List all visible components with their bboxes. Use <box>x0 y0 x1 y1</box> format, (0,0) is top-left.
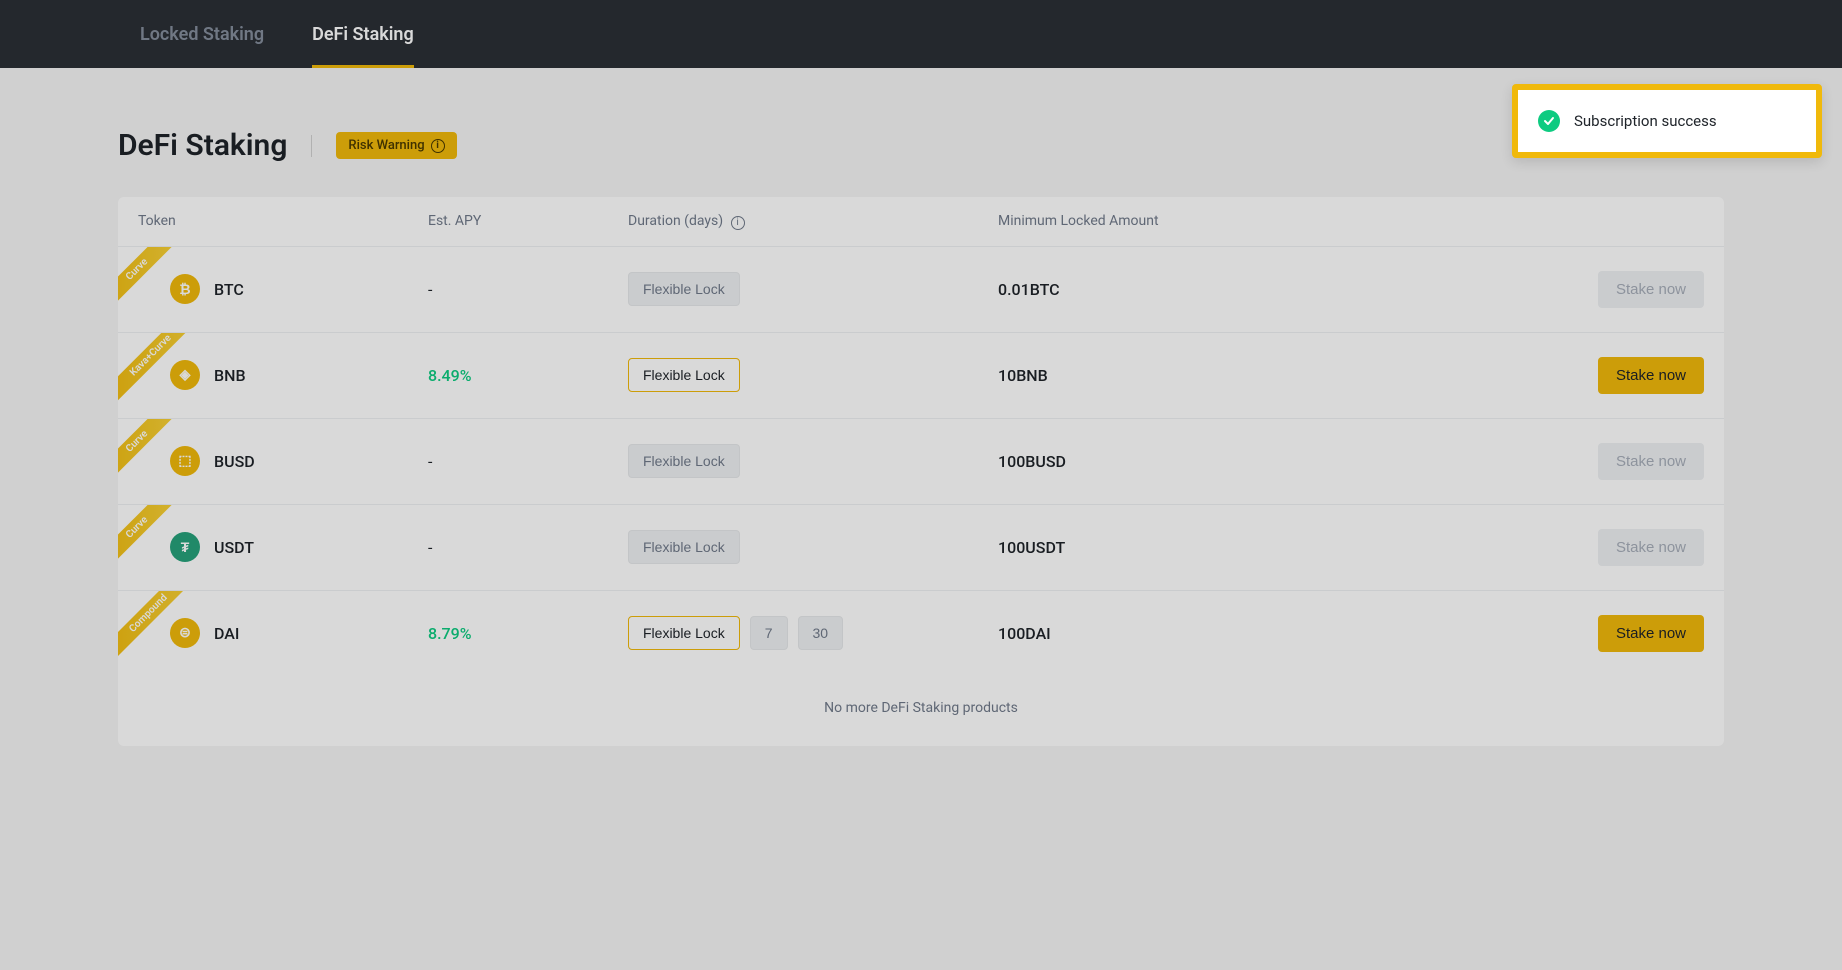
table-row: Kava+Curve◈BNB8.49%Flexible Lock10BNBSta… <box>118 332 1724 418</box>
min-amount: 10BNB <box>998 366 1308 385</box>
duration-cell: Flexible Lock 7 30 <box>628 616 998 650</box>
tab-locked-staking[interactable]: Locked Staking <box>140 0 264 68</box>
table-row: Curve₮USDT-Flexible Lock100USDTStake now <box>118 504 1724 590</box>
coin-icon: ⊜ <box>170 618 200 648</box>
duration-cell: Flexible Lock <box>628 444 998 478</box>
token-cell: ⬚ BUSD <box>138 446 428 476</box>
risk-warning-label: Risk Warning <box>348 138 424 153</box>
info-icon: i <box>431 139 445 153</box>
stake-now-button[interactable]: Stake now <box>1598 615 1704 652</box>
min-amount: 100BUSD <box>998 452 1308 471</box>
duration-option[interactable]: Flexible Lock <box>628 530 740 564</box>
table-row: Compound⊜DAI8.79%Flexible Lock730100DAIS… <box>118 590 1724 676</box>
token-cell: ⊜ DAI <box>138 618 428 648</box>
duration-cell: Flexible Lock <box>628 272 998 306</box>
coin-icon: ₿ <box>170 274 200 304</box>
coin-icon: ⬚ <box>170 446 200 476</box>
stake-now-button: Stake now <box>1598 271 1704 308</box>
token-symbol: DAI <box>214 624 239 643</box>
apy-value: - <box>428 452 628 471</box>
table-row: Curve⬚BUSD-Flexible Lock100BUSDStake now <box>118 418 1724 504</box>
duration-option[interactable]: 30 <box>798 616 844 650</box>
token-cell: ₮ USDT <box>138 532 428 562</box>
apy-value: - <box>428 538 628 557</box>
action-cell: Stake now <box>1308 615 1704 652</box>
token-symbol: USDT <box>214 538 254 557</box>
toast-subscription-success: Subscription success <box>1512 84 1822 158</box>
col-duration: Duration (days) i <box>628 213 998 230</box>
info-icon[interactable]: i <box>731 216 745 230</box>
stake-now-button: Stake now <box>1598 443 1704 480</box>
action-cell: Stake now <box>1308 271 1704 308</box>
table-row: Curve₿BTC-Flexible Lock0.01BTCStake now <box>118 246 1724 332</box>
stake-now-button[interactable]: Stake now <box>1598 357 1704 394</box>
token-symbol: BNB <box>214 366 246 385</box>
duration-cell: Flexible Lock <box>628 358 998 392</box>
col-min: Minimum Locked Amount <box>998 213 1308 230</box>
risk-warning-badge[interactable]: Risk Warning i <box>336 132 456 159</box>
duration-cell: Flexible Lock <box>628 530 998 564</box>
toast-message: Subscription success <box>1574 112 1717 130</box>
token-cell: ◈ BNB <box>138 360 428 390</box>
tab-defi-staking[interactable]: DeFi Staking <box>312 0 414 68</box>
action-cell: Stake now <box>1308 357 1704 394</box>
apy-value: - <box>428 280 628 299</box>
token-cell: ₿ BTC <box>138 274 428 304</box>
coin-icon: ₮ <box>170 532 200 562</box>
divider <box>311 135 312 157</box>
duration-option[interactable]: Flexible Lock <box>628 358 740 392</box>
action-cell: Stake now <box>1308 443 1704 480</box>
duration-option[interactable]: Flexible Lock <box>628 272 740 306</box>
coin-icon: ◈ <box>170 360 200 390</box>
min-amount: 0.01BTC <box>998 280 1308 299</box>
token-symbol: BTC <box>214 280 244 299</box>
page-content: DeFi Staking Risk Warning i Token Est. A… <box>0 68 1842 786</box>
col-apy: Est. APY <box>428 213 628 230</box>
action-cell: Stake now <box>1308 529 1704 566</box>
min-amount: 100USDT <box>998 538 1308 557</box>
no-more-message: No more DeFi Staking products <box>118 676 1724 746</box>
stake-now-button: Stake now <box>1598 529 1704 566</box>
token-symbol: BUSD <box>214 452 255 471</box>
min-amount: 100DAI <box>998 624 1308 643</box>
apy-value: 8.79% <box>428 624 628 643</box>
duration-option[interactable]: Flexible Lock <box>628 616 740 650</box>
duration-option[interactable]: Flexible Lock <box>628 444 740 478</box>
page-title: DeFi Staking <box>118 128 287 163</box>
staking-table: Token Est. APY Duration (days) i Minimum… <box>118 197 1724 746</box>
apy-value: 8.49% <box>428 366 628 385</box>
check-circle-icon <box>1538 110 1560 132</box>
top-nav: Locked Staking DeFi Staking <box>0 0 1842 68</box>
duration-option[interactable]: 7 <box>750 616 788 650</box>
col-token: Token <box>138 213 428 230</box>
title-row: DeFi Staking Risk Warning i <box>118 128 1724 163</box>
table-header: Token Est. APY Duration (days) i Minimum… <box>118 197 1724 246</box>
